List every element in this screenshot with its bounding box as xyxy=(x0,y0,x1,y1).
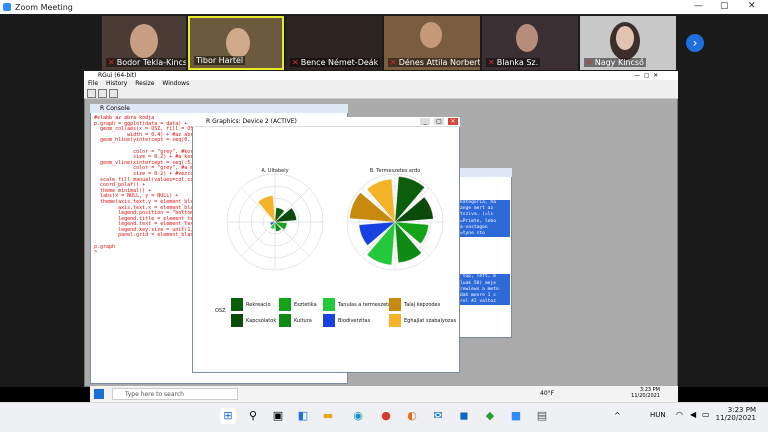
gd-window-controls[interactable]: _ ▢ ✕ xyxy=(420,118,458,125)
legend-swatch xyxy=(279,314,291,327)
windows-start-icon[interactable]: ⊞ xyxy=(220,408,236,424)
participant-tile[interactable]: ✕ Bence Német-Deák xyxy=(286,16,382,70)
mail-icon[interactable]: ✉ xyxy=(430,408,446,424)
input-language[interactable]: HUN xyxy=(650,411,666,419)
zoom-logo-icon xyxy=(3,3,11,11)
chevron-right-icon: › xyxy=(692,36,698,50)
legend-label: Eghajlat szabalyozas xyxy=(404,318,457,324)
grid-spoke xyxy=(274,221,310,257)
outlook-icon[interactable]: ◼ xyxy=(456,408,472,424)
mic-muted-icon: ✕ xyxy=(586,58,593,67)
chart-title: A. Ultabely xyxy=(261,168,288,174)
task-view-icon[interactable]: ▣ xyxy=(270,408,286,424)
speaker-icon[interactable]: ◀ xyxy=(690,410,696,419)
participant-tile[interactable]: ✕ Dénes Attila Norbert xyxy=(384,16,480,70)
gd-maximize-button[interactable]: ▢ xyxy=(434,118,444,125)
menu-resize[interactable]: Resize xyxy=(135,80,154,87)
participant-tile-active[interactable]: Tibor Hartel xyxy=(188,16,284,70)
legend-label: Esztetika xyxy=(294,302,317,308)
rgui-icon[interactable]: ◆ xyxy=(482,408,498,424)
rgui-menubar: File History Resize Windows xyxy=(84,80,678,88)
print-icon[interactable] xyxy=(109,89,118,98)
chevron-up-icon[interactable]: ^ xyxy=(614,411,621,420)
copy-icon[interactable] xyxy=(87,89,96,98)
gd-minimize-button[interactable]: _ xyxy=(420,118,430,125)
participant-name: Bence Német-Deák xyxy=(300,58,379,67)
close-button[interactable]: ✕ xyxy=(748,1,756,11)
legend-label: Kultura xyxy=(294,318,312,324)
explorer-icon[interactable]: ▤ xyxy=(534,408,550,424)
participant-tile[interactable]: ✕ Blanka Sz. xyxy=(482,16,578,70)
participant-face xyxy=(616,26,634,50)
r-console-title: R Console xyxy=(90,104,348,113)
participant-name: Bodor Tekla-Kincső xyxy=(116,58,186,67)
shared-start-icon xyxy=(94,389,104,399)
legend-swatch xyxy=(389,314,401,327)
help-window-title xyxy=(458,168,512,177)
rgui-window-controls[interactable]: — ▢ ✕ xyxy=(634,72,658,79)
files-icon[interactable]: ▬ xyxy=(320,408,336,424)
help-text: kategoria, ha ange mert az tsziva. (=ls =Pr… xyxy=(460,200,510,306)
wifi-icon[interactable]: ◠ xyxy=(676,410,683,419)
shared-date: 11/20/2021 xyxy=(631,393,660,399)
participant-name: Dénes Attila Norbert xyxy=(398,58,480,67)
shared-clock: 3:23 PM 11/20/2021 xyxy=(630,387,660,399)
window-title: Zoom Meeting xyxy=(15,2,73,12)
chrome-icon[interactable]: ● xyxy=(378,408,394,424)
zoom-titlebar: Zoom Meeting — ▢ ✕ xyxy=(0,0,768,14)
chart-title: B. Termeszetes erdo xyxy=(370,168,421,174)
help-line: rel #2 valtoz xyxy=(460,299,510,306)
firefox-icon[interactable]: ◐ xyxy=(404,408,420,424)
minimize-button[interactable]: — xyxy=(694,1,703,11)
legend-label: Kapcsolatok xyxy=(246,318,276,324)
gd-close-button[interactable]: ✕ xyxy=(448,118,458,125)
edge-icon[interactable]: ◉ xyxy=(350,408,366,424)
rgui-titlebar: RGui (64-bit) xyxy=(84,71,678,80)
shared-weather: 40°F xyxy=(540,390,555,397)
participant-name: Tibor Hartel xyxy=(196,56,244,65)
maximize-button[interactable]: ▢ xyxy=(720,1,729,11)
menu-windows[interactable]: Windows xyxy=(162,80,189,87)
participant-tile[interactable]: ✕ Bodor Tekla-Kincső xyxy=(102,16,186,70)
legend-swatch xyxy=(323,298,335,311)
legend-label: Rekreacio xyxy=(246,302,271,308)
mic-muted-icon: ✕ xyxy=(488,58,495,67)
legend-label: Talaj kepzodes xyxy=(403,302,441,308)
legend-label: Tanulas a termeszetrol xyxy=(337,302,395,308)
participant-name: Blanka Sz. xyxy=(496,58,539,67)
system-clock[interactable]: 3:23 PM 11/20/2021 xyxy=(714,406,756,422)
rgui-toolbar xyxy=(84,88,678,99)
paste-icon[interactable] xyxy=(98,89,107,98)
legend-swatch xyxy=(231,314,243,327)
participant-tile[interactable]: ✕ Nagy Kincső xyxy=(580,16,676,70)
polar-chart-svg: A. Ultabely B. Termeszetes erdo OSZ Rekreac… xyxy=(215,168,457,327)
menu-history[interactable]: History xyxy=(106,80,127,87)
shared-search-box: Type here to search xyxy=(112,388,238,400)
mic-muted-icon: ✕ xyxy=(292,58,299,67)
mic-muted-icon: ✕ xyxy=(108,58,115,67)
search-icon[interactable]: ⚲ xyxy=(245,408,261,424)
widgets-icon[interactable]: ◧ xyxy=(295,408,311,424)
legend-title: OSZ xyxy=(215,308,226,314)
participant-face xyxy=(130,24,158,58)
legend-swatch xyxy=(323,314,335,327)
clock-time: 3:23 PM xyxy=(727,406,756,414)
mic-muted-icon: ✕ xyxy=(390,58,397,67)
participant-face xyxy=(420,22,442,48)
zoom-icon[interactable]: ■ xyxy=(508,408,524,424)
participant-face xyxy=(516,24,538,52)
participant-face xyxy=(226,28,250,58)
legend-swatch xyxy=(389,298,401,311)
polar-bar xyxy=(257,195,276,223)
grid-spoke xyxy=(240,221,276,257)
legend-swatch xyxy=(279,298,291,311)
next-page-button[interactable]: › xyxy=(686,34,704,52)
menu-file[interactable]: File xyxy=(88,80,98,87)
legend-swatch xyxy=(231,298,243,311)
battery-icon[interactable]: ▭ xyxy=(702,410,710,419)
participant-name: Nagy Kincső xyxy=(594,58,644,67)
legend-label: Biodiverzitas xyxy=(338,318,371,324)
clock-date: 11/20/2021 xyxy=(715,414,756,422)
